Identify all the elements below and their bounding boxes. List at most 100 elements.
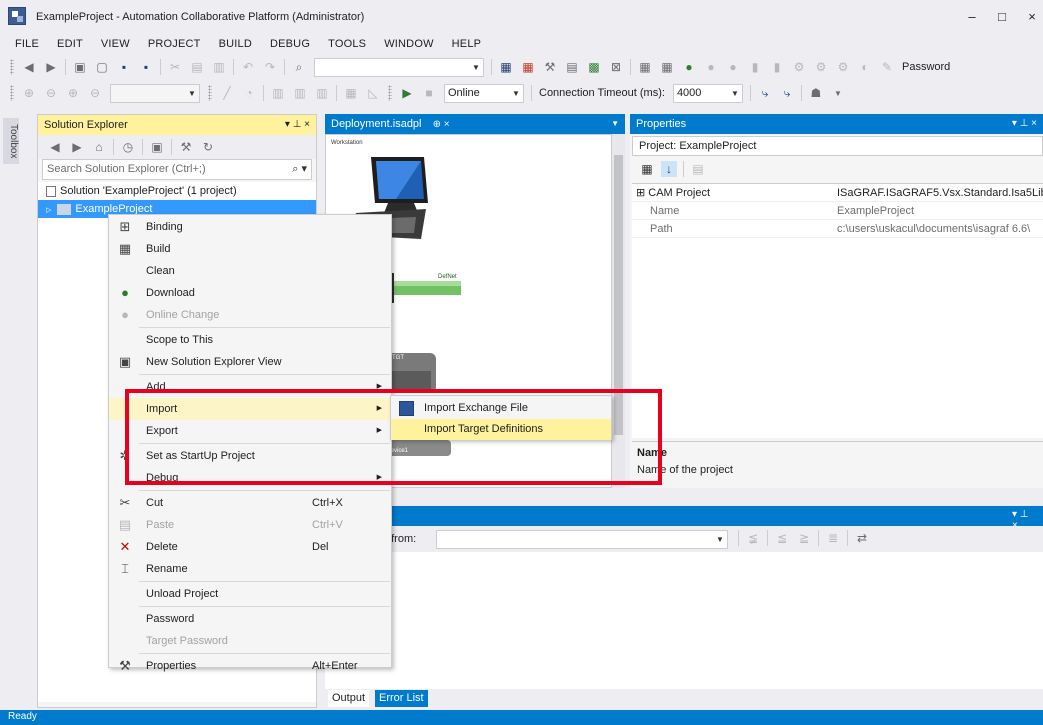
zoom-fit-icon[interactable]: ⊕ — [65, 85, 81, 101]
snap-icon[interactable]: ◺ — [365, 85, 381, 101]
menu-item-scope-to-this[interactable]: Scope to This — [109, 329, 391, 351]
chevron-down-icon[interactable]: ▼ — [509, 85, 523, 102]
goto-next-message-icon[interactable]: ≧ — [796, 530, 812, 546]
rebuild-icon[interactable]: ▦ — [659, 59, 675, 75]
diagram-icon[interactable]: ⊠ — [608, 59, 624, 75]
stop-icon[interactable]: ▮ — [747, 59, 763, 75]
connection-timeout-combo[interactable]: 4000 ▼ — [672, 83, 743, 103]
wrench-icon[interactable]: ⚒ — [178, 139, 194, 155]
menu-item-new-solution-explorer-view[interactable]: ▣ New Solution Explorer View — [109, 351, 391, 373]
menu-item-online-change[interactable]: ● Online Change — [109, 304, 391, 326]
alphabetical-icon[interactable]: ↓ — [661, 161, 677, 177]
goto-prev-icon[interactable]: ≨ — [745, 530, 761, 546]
word-wrap-icon[interactable]: ⇄ — [854, 530, 870, 546]
menu-item-unload-project[interactable]: Unload Project — [109, 583, 391, 605]
collapse-all-icon[interactable]: ▣ — [149, 139, 165, 155]
home-icon[interactable]: ⌂ — [91, 139, 107, 155]
menu-item-password[interactable]: Password — [109, 608, 391, 630]
run-icon[interactable]: ▶ — [399, 85, 415, 101]
property-row-path[interactable]: Path c:\users\uskacul\documents\isagraf … — [632, 220, 1043, 238]
undo-icon[interactable]: ↶ — [240, 59, 256, 75]
user-icon[interactable]: ☗ — [808, 85, 824, 101]
solution-explorer-search[interactable]: Search Solution Explorer (Ctrl+;) ⌕ ▾ — [42, 159, 312, 180]
output-source-combo[interactable]: ▼ — [436, 530, 728, 549]
menu-item-properties[interactable]: ⚒ Properties Alt+Enter — [109, 655, 391, 677]
zoom-in-icon[interactable]: ⊕ — [21, 85, 37, 101]
build-solution-icon[interactable]: ▦ — [637, 59, 653, 75]
property-pages-icon[interactable]: ▤ — [690, 161, 706, 177]
menu-item-build[interactable]: ▦ Build — [109, 238, 391, 260]
zoom-reset-icon[interactable]: ⊖ — [87, 85, 103, 101]
chevron-down-icon[interactable]: ▼ — [713, 531, 727, 548]
draw-line-icon[interactable]: ╱ — [219, 85, 235, 101]
output-content[interactable] — [325, 552, 1043, 689]
wrench-icon[interactable]: ⚒ — [542, 59, 558, 75]
chevron-down-icon[interactable]: ▼ — [830, 85, 846, 101]
save-all-icon[interactable]: ▪ — [138, 59, 154, 75]
chevron-down-icon[interactable]: ▼ — [611, 114, 619, 134]
back-icon[interactable]: ◀ — [21, 59, 37, 75]
menu-help[interactable]: HELP — [443, 38, 491, 50]
settings-icon[interactable]: ⚙ — [835, 59, 851, 75]
properties-object-selector[interactable]: Project: ExampleProject — [632, 136, 1043, 156]
toolbar-grip[interactable] — [10, 59, 14, 75]
forward-icon[interactable]: ▶ — [43, 59, 59, 75]
cut-icon[interactable]: ✂ — [167, 59, 183, 75]
lock-icon[interactable]: ◐ — [857, 59, 873, 75]
format-icon[interactable]: ◔ — [241, 85, 257, 101]
toolbox-tab[interactable]: Toolbox — [3, 118, 19, 164]
tree-solution-node[interactable]: Solution 'ExampleProject' (1 project) — [38, 182, 316, 200]
find-icon[interactable]: ⌕ — [291, 59, 307, 75]
pause-icon[interactable]: ▮ — [769, 59, 785, 75]
search-icon[interactable]: ⌕ ▾ — [292, 160, 307, 179]
menu-item-cut[interactable]: ✂ Cut Ctrl+X — [109, 492, 391, 514]
property-row-cam-project[interactable]: ⊞ CAM Project ISaGRAF.ISaGRAF5.Vsx.Stand… — [632, 184, 1043, 202]
align-center-icon[interactable]: ▥ — [292, 85, 308, 101]
connect-icon[interactable]: ⤷ — [757, 85, 773, 101]
forward-icon[interactable]: ▶ — [69, 139, 85, 155]
minimize-button[interactable]: – — [958, 6, 986, 28]
stop-icon[interactable]: ■ — [421, 85, 437, 101]
zoom-combo[interactable]: ▼ — [110, 83, 200, 103]
menu-item-delete[interactable]: ✕ Delete Del — [109, 536, 391, 558]
expand-arrow-icon[interactable]: ▷ — [46, 207, 51, 214]
chevron-down-icon[interactable]: ▼ — [185, 85, 199, 102]
toolbar-grip[interactable] — [10, 85, 14, 101]
menu-debug[interactable]: DEBUG — [261, 38, 319, 50]
close-button[interactable]: × — [1018, 6, 1043, 28]
categorized-icon[interactable]: ▦ — [639, 161, 655, 177]
menu-item-rename[interactable]: ⌶ Rename — [109, 558, 391, 580]
find-combo[interactable]: ▼ — [314, 57, 484, 77]
redo-icon[interactable]: ↷ — [262, 59, 278, 75]
build-icon[interactable]: ▦ — [520, 59, 536, 75]
align-right-icon[interactable]: ▥ — [314, 85, 330, 101]
panel-pin-controls[interactable]: ▾ ⊥ × — [1012, 114, 1037, 134]
menu-item-target-password[interactable]: Target Password — [109, 630, 391, 652]
menu-view[interactable]: VIEW — [92, 38, 139, 50]
property-row-name[interactable]: Name ExampleProject — [632, 202, 1043, 220]
menu-window[interactable]: WINDOW — [375, 38, 442, 50]
tab-error-list[interactable]: Error List — [375, 690, 428, 707]
panel-pin-controls[interactable]: ▾ ⊥ × — [285, 115, 310, 135]
download-icon[interactable]: ● — [681, 59, 697, 75]
sync-icon[interactable]: ◷ — [120, 139, 136, 155]
maximize-button[interactable]: □ — [988, 6, 1016, 28]
solution-icon[interactable]: ▦ — [498, 59, 514, 75]
paste-icon[interactable]: ▥ — [211, 59, 227, 75]
save-icon[interactable]: ▪ — [116, 59, 132, 75]
menu-edit[interactable]: EDIT — [48, 38, 92, 50]
grid-icon[interactable]: ▦ — [343, 85, 359, 101]
copy-icon[interactable]: ▤ — [189, 59, 205, 75]
back-icon[interactable]: ◀ — [47, 139, 63, 155]
pen-icon[interactable]: ✎ — [879, 59, 895, 75]
open-icon[interactable]: ▢ — [94, 59, 110, 75]
expand-icon[interactable]: ⊞ — [636, 187, 645, 199]
goto-next-icon[interactable]: ≦ — [774, 530, 790, 546]
tab-output[interactable]: Output — [328, 690, 370, 707]
refresh-icon[interactable]: ↻ — [200, 139, 216, 155]
menu-item-clean[interactable]: Clean — [109, 260, 391, 282]
align-left-icon[interactable]: ▥ — [270, 85, 286, 101]
menu-build[interactable]: BUILD — [210, 38, 261, 50]
debug-icon[interactable]: ● — [725, 59, 741, 75]
step-icon[interactable]: ⚙ — [791, 59, 807, 75]
